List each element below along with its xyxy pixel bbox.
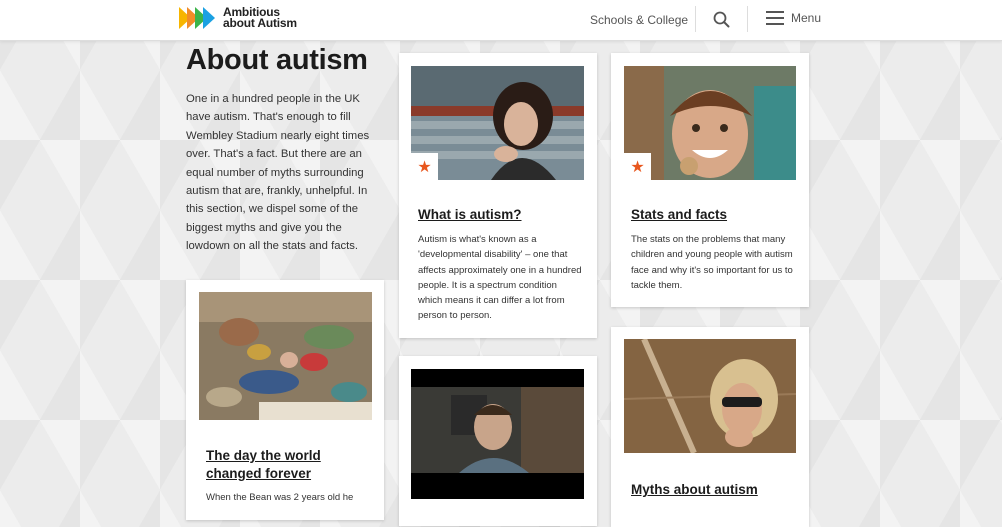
star-icon: ★ xyxy=(624,153,651,180)
card-title[interactable]: What is autism? xyxy=(418,206,583,224)
card-what-is-autism[interactable]: ★ What is autism? Autism is what's known… xyxy=(399,53,597,338)
card-stats-and-facts[interactable]: ★ Stats and facts The stats on the probl… xyxy=(611,53,809,307)
intro-paragraph: One in a hundred people in the UK have a… xyxy=(186,93,370,253)
menu-button[interactable]: Menu xyxy=(766,11,821,25)
star-icon: ★ xyxy=(411,153,438,180)
card-title[interactable]: Myths about autism xyxy=(631,481,796,499)
hamburger-icon xyxy=(766,11,784,25)
card-title[interactable]: Stats and facts xyxy=(631,206,796,224)
card-title[interactable]: The day the world changed forever xyxy=(206,447,366,483)
card-image-child-sunglasses xyxy=(624,339,796,453)
page-title: About autism xyxy=(186,44,368,76)
card-image-boy: ★ xyxy=(624,66,796,180)
logo-arrows-icon xyxy=(179,7,215,29)
menu-label: Menu xyxy=(791,11,822,25)
site-logo[interactable]: Ambitious about Autism xyxy=(179,6,297,30)
logo-text: Ambitious about Autism xyxy=(223,6,297,30)
card-description: The stats on the problems that many chil… xyxy=(631,234,793,291)
header-divider xyxy=(747,6,748,32)
card-image-video-still[interactable] xyxy=(411,369,584,499)
card-day-world-changed[interactable]: The day the world changed forever When t… xyxy=(186,280,384,520)
search-icon[interactable] xyxy=(712,10,732,30)
card-video[interactable] xyxy=(399,356,597,526)
site-header: Ambitious about Autism Schools & College… xyxy=(0,0,1002,41)
card-description: Autism is what's known as a 'development… xyxy=(418,234,582,322)
nav-schools-college[interactable]: Schools & College xyxy=(590,13,688,27)
logo-line-2: about Autism xyxy=(223,16,297,30)
card-myths-about-autism[interactable]: Myths about autism xyxy=(611,327,809,527)
card-description: When the Bean was 2 years old he xyxy=(206,492,354,503)
card-image-girl: ★ xyxy=(411,66,584,180)
card-image-toys xyxy=(199,292,372,420)
header-divider xyxy=(695,6,696,32)
